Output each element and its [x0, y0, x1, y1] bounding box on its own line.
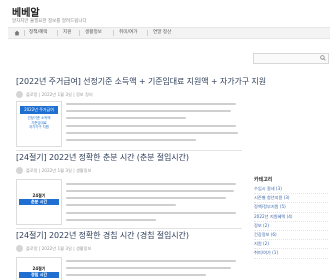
post-date: 2022년 1월 3일: [41, 246, 72, 251]
excerpt-line: [66, 132, 238, 135]
post-author[interactable]: 플로망: [26, 246, 38, 251]
category-link[interactable]: 건강정보 (6): [254, 231, 328, 241]
nav-item-life[interactable]: 생활정보: [85, 29, 102, 37]
excerpt-line: [66, 212, 236, 215]
thumb-line: 경칩 시간: [19, 272, 59, 278]
nav-item-support[interactable]: 지원: [63, 29, 71, 37]
excerpt-line: [66, 219, 156, 222]
excerpt-line: [66, 260, 236, 263]
author-avatar: [16, 91, 23, 98]
home-icon: [14, 30, 20, 36]
post-divider: [16, 150, 242, 151]
thumb-label: 2022년 주거급여: [20, 106, 58, 114]
thumb-text: 선정기준 소득액 기준임대료 자가가구 지원: [20, 116, 58, 130]
post-date: 2022년 1월 3일: [41, 92, 72, 97]
search-icon[interactable]: [320, 55, 326, 61]
category-link[interactable]: 2022년 지원혜택 (4): [254, 213, 328, 222]
thumb-text: 24절기 춘분 시간: [19, 193, 59, 205]
excerpt-line: [66, 274, 206, 277]
nav-divider: [79, 30, 80, 36]
nav-divider: [57, 30, 58, 36]
category-link[interactable]: 시즌별 청년지원 (3): [254, 194, 328, 204]
nav-home-icon[interactable]: [14, 29, 20, 37]
excerpt-line: [66, 139, 196, 142]
post-meta: 플로망 | 2022년 1월 3일 | 정보 정리: [16, 91, 242, 99]
category-link[interactable]: 정보 (2): [254, 222, 328, 231]
post-title[interactable]: [24절기] 2022년 정확한 경칩 시간 (경칩 절입시간): [16, 231, 242, 241]
thumb-text: 24절기 경칩 시간: [19, 266, 59, 278]
author-avatar: [16, 245, 23, 252]
excerpt-line: [66, 204, 176, 207]
nav-divider: [113, 30, 114, 36]
post-card: [24절기] 2022년 정확한 경칩 시간 (경칩 절입시간) 플로망 | 2…: [16, 231, 242, 253]
post-divider: [16, 228, 242, 229]
category-list: 수입시 절세 (3) 시즌별 청년지원 (3) 정책/정부지원 (5) 2022…: [254, 185, 328, 259]
post-category[interactable]: 정보 정리: [76, 92, 93, 97]
site-description: 알차지만 불필요한 정보를 알려드립니다: [12, 19, 87, 24]
excerpt-line: [66, 103, 236, 106]
post-meta: 플로망 | 2022년 1월 3일 | 생활정보: [16, 245, 242, 253]
site-header: 베베알 알차지만 불필요한 정보를 알려드립니다: [0, 0, 336, 28]
nav-divider: [147, 30, 148, 36]
excerpt-line: [66, 110, 231, 113]
post-card: [2022년 주거급여] 선정기준 소득액 + 기준임대료 지원액 + 자가가구…: [16, 77, 266, 99]
site-title[interactable]: 베베알: [12, 4, 40, 19]
post-category[interactable]: 생활정보: [76, 246, 91, 251]
excerpt-line: [66, 183, 236, 186]
category-link[interactable]: 정책/정부지원 (5): [254, 203, 328, 213]
post-meta-text: 플로망 | 2022년 1월 3일 | 생활정보: [26, 168, 92, 173]
post-meta: 플로망 | 2022년 1월 3일 | 생활정보: [16, 167, 242, 175]
nav-item-tax[interactable]: 연말 정산: [153, 29, 171, 37]
post-title[interactable]: [2022년 주거급여] 선정기준 소득액 + 기준임대료 지원액 + 자가가구…: [16, 77, 266, 87]
post-title[interactable]: [24절기] 2022년 정확한 춘분 시간 (춘분 절입시간): [16, 153, 242, 163]
post-category[interactable]: 생활정보: [76, 168, 91, 173]
category-link[interactable]: 취미/여가 (1): [254, 249, 328, 259]
post-card: [24절기] 2022년 정확한 춘분 시간 (춘분 절입시간) 플로망 | 2…: [16, 153, 242, 175]
nav-item-policy[interactable]: 정책/혜택: [29, 29, 47, 37]
sidebar-heading: 카테고리: [254, 177, 273, 183]
thumb-line: 춘분 시간: [19, 199, 59, 205]
main-nav: 정책/혜택 지원 생활정보 취미/여가 연말 정산: [8, 27, 330, 39]
excerpt-line: [66, 197, 226, 200]
post-thumbnail[interactable]: 24절기 경칩 시간: [16, 257, 62, 280]
search-input[interactable]: [253, 53, 329, 64]
post-meta-text: 플로망 | 2022년 1월 3일 | 정보 정리: [26, 92, 93, 97]
post-thumbnail[interactable]: 24절기 춘분 시간: [16, 179, 62, 225]
post-meta-text: 플로망 | 2022년 1월 3일 | 생활정보: [26, 246, 92, 251]
post-author[interactable]: 플로망: [26, 168, 38, 173]
excerpt-line: [66, 117, 186, 120]
nav-divider: [24, 30, 25, 36]
nav-item-hobby[interactable]: 취미/여가: [119, 29, 137, 37]
post-author[interactable]: 플로망: [26, 92, 38, 97]
category-link[interactable]: 수입시 절세 (3): [254, 185, 328, 195]
excerpt-line: [66, 190, 234, 193]
excerpt-line: [66, 267, 231, 270]
thumb-line: 자가가구 지원: [29, 125, 49, 130]
post-date: 2022년 1월 3일: [41, 168, 72, 173]
author-avatar: [16, 167, 23, 174]
excerpt-line: [66, 125, 236, 128]
post-thumbnail[interactable]: 2022년 주거급여 선정기준 소득액 기준임대료 자가가구 지원: [16, 101, 62, 147]
category-link[interactable]: 지원 (2): [254, 240, 328, 250]
